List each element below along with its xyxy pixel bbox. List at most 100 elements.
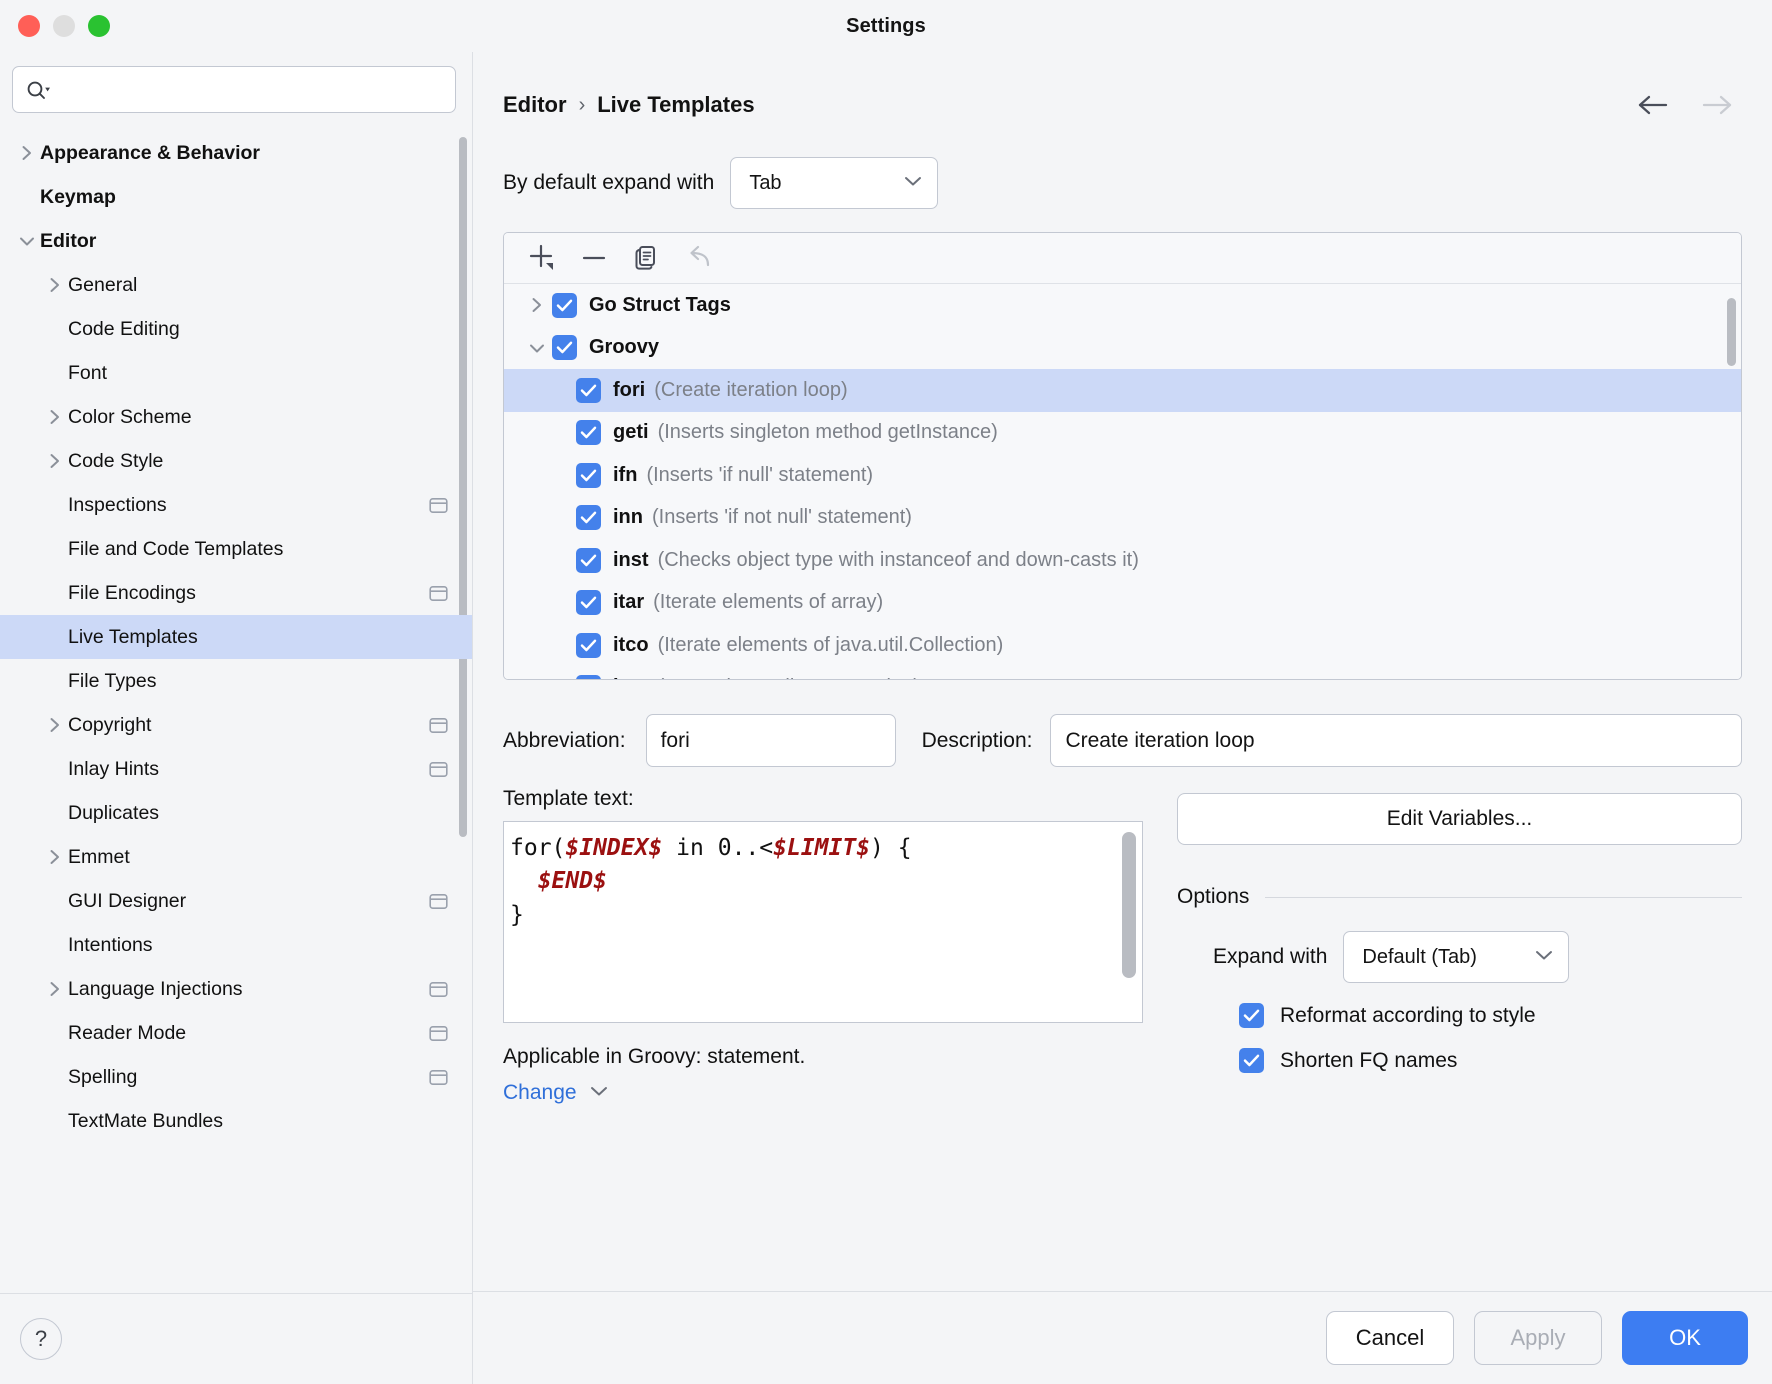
sidebar-item-copyright[interactable]: Copyright	[0, 703, 472, 747]
sidebar-item-inspections[interactable]: Inspections	[0, 483, 472, 527]
twisty-spacer	[42, 1020, 68, 1046]
edit-variables-button[interactable]: Edit Variables...	[1177, 793, 1742, 845]
sidebar-item-color-scheme[interactable]: Color Scheme	[0, 395, 472, 439]
window-controls	[18, 15, 110, 37]
template-row[interactable]: iten(Iterate java.util.Enumeration)	[504, 667, 1741, 680]
search-box[interactable]	[12, 66, 456, 113]
default-expand-select[interactable]: Tab	[730, 157, 938, 209]
template-text-column: Template text: for($INDEX$ in 0..<$LIMIT…	[503, 787, 1143, 1105]
template-detail-area: Template text: for($INDEX$ in 0..<$LIMIT…	[503, 787, 1742, 1105]
description-input[interactable]: Create iteration loop	[1050, 714, 1742, 767]
template-checkbox[interactable]	[576, 463, 601, 488]
template-checkbox[interactable]	[576, 633, 601, 658]
project-scope-icon	[429, 892, 448, 911]
add-template-button[interactable]	[516, 238, 568, 278]
template-checkbox[interactable]	[576, 548, 601, 573]
back-arrow-icon[interactable]	[1636, 92, 1670, 118]
revert-template-button[interactable]	[672, 238, 724, 278]
chevron-right-icon[interactable]	[522, 292, 552, 318]
template-description: (Inserts 'if null' statement)	[646, 464, 873, 487]
chevron-right-icon[interactable]	[42, 844, 68, 870]
change-context-link[interactable]: Change	[503, 1081, 577, 1105]
breadcrumb-parent[interactable]: Editor	[503, 92, 567, 118]
template-group-row[interactable]: Go Struct Tags	[504, 284, 1741, 327]
abbreviation-label: Abbreviation:	[503, 729, 626, 753]
sidebar-item-emmet[interactable]: Emmet	[0, 835, 472, 879]
template-row[interactable]: geti(Inserts singleton method getInstanc…	[504, 412, 1741, 455]
template-group-row[interactable]: Groovy	[504, 327, 1741, 370]
template-checkbox[interactable]	[576, 420, 601, 445]
option-shorten-fq-names[interactable]: Shorten FQ names	[1177, 1048, 1742, 1073]
twisty-spacer	[42, 492, 68, 518]
sidebar-item-textmate-bundles[interactable]: TextMate Bundles	[0, 1099, 472, 1143]
cancel-button[interactable]: Cancel	[1326, 1311, 1454, 1365]
template-text-editor[interactable]: for($INDEX$ in 0..<$LIMIT$) { $END$ }	[503, 821, 1143, 1023]
template-checkbox[interactable]	[576, 505, 601, 530]
chevron-right-icon[interactable]	[42, 448, 68, 474]
option-checkbox[interactable]	[1239, 1048, 1264, 1073]
chevron-down-icon[interactable]	[522, 335, 552, 361]
duplicate-template-button[interactable]	[620, 238, 672, 278]
apply-button[interactable]: Apply	[1474, 1311, 1602, 1365]
chevron-right-icon[interactable]	[42, 712, 68, 738]
template-variable: $INDEX$	[565, 835, 662, 861]
expand-with-select[interactable]: Default (Tab)	[1343, 931, 1569, 983]
sidebar-item-reader-mode[interactable]: Reader Mode	[0, 1011, 472, 1055]
sidebar-item-spelling[interactable]: Spelling	[0, 1055, 472, 1099]
twisty-spacer	[42, 1108, 68, 1134]
option-reformat-according-to-style[interactable]: Reformat according to style	[1177, 1003, 1742, 1028]
template-checkbox[interactable]	[576, 675, 601, 679]
template-row[interactable]: ifn(Inserts 'if null' statement)	[504, 454, 1741, 497]
template-checkbox[interactable]	[552, 335, 577, 360]
sidebar-item-intentions[interactable]: Intentions	[0, 923, 472, 967]
sidebar-item-duplicates[interactable]: Duplicates	[0, 791, 472, 835]
sidebar-item-inlay-hints[interactable]: Inlay Hints	[0, 747, 472, 791]
forward-arrow-icon[interactable]	[1700, 92, 1734, 118]
template-group-name: Groovy	[589, 336, 659, 359]
chevron-down-icon[interactable]	[589, 1084, 609, 1102]
sidebar-item-file-types[interactable]: File Types	[0, 659, 472, 703]
abbreviation-input[interactable]: fori	[646, 714, 896, 767]
close-window-button[interactable]	[18, 15, 40, 37]
chevron-down-icon[interactable]	[14, 228, 40, 254]
sidebar-item-gui-designer[interactable]: GUI Designer	[0, 879, 472, 923]
zoom-window-button[interactable]	[88, 15, 110, 37]
template-code-text: for($INDEX$ in 0..<$LIMIT$) { $END$ }	[510, 832, 1128, 932]
sidebar-item-editor[interactable]: Editor	[0, 219, 472, 263]
sidebar-item-language-injections[interactable]: Language Injections	[0, 967, 472, 1011]
sidebar-item-file-and-code-templates[interactable]: File and Code Templates	[0, 527, 472, 571]
chevron-right-icon[interactable]	[42, 404, 68, 430]
twisty-spacer	[42, 316, 68, 342]
template-row[interactable]: inn(Inserts 'if not null' statement)	[504, 497, 1741, 540]
sidebar-item-code-style[interactable]: Code Style	[0, 439, 472, 483]
sidebar-item-general[interactable]: General	[0, 263, 472, 307]
live-templates-list[interactable]: Go Struct Tags Groovy fori(Create iteratio…	[504, 284, 1741, 679]
template-checkbox[interactable]	[576, 590, 601, 615]
template-row[interactable]: itar(Iterate elements of array)	[504, 582, 1741, 625]
template-row[interactable]: inst(Checks object type with instanceof …	[504, 539, 1741, 582]
sidebar-item-font[interactable]: Font	[0, 351, 472, 395]
sidebar-item-code-editing[interactable]: Code Editing	[0, 307, 472, 351]
template-row[interactable]: itco(Iterate elements of java.util.Colle…	[504, 624, 1741, 667]
template-checkbox[interactable]	[552, 293, 577, 318]
ok-button[interactable]: OK	[1622, 1311, 1748, 1365]
remove-template-button[interactable]	[568, 238, 620, 278]
sidebar-item-live-templates[interactable]: Live Templates	[0, 615, 472, 659]
search-input[interactable]	[55, 79, 443, 101]
settings-tree[interactable]: Appearance & BehaviorKeymapEditorGeneral…	[0, 125, 472, 1293]
sidebar-footer: ?	[0, 1293, 472, 1384]
sidebar-item-appearance-behavior[interactable]: Appearance & Behavior	[0, 131, 472, 175]
minimize-window-button[interactable]	[53, 15, 75, 37]
twisty-spacer	[42, 580, 68, 606]
list-scrollbar-thumb[interactable]	[1727, 298, 1736, 366]
chevron-right-icon[interactable]	[42, 272, 68, 298]
chevron-right-icon[interactable]	[14, 140, 40, 166]
template-text-scrollbar-thumb[interactable]	[1122, 832, 1136, 978]
option-checkbox[interactable]	[1239, 1003, 1264, 1028]
sidebar-item-keymap[interactable]: Keymap	[0, 175, 472, 219]
template-checkbox[interactable]	[576, 378, 601, 403]
help-button[interactable]: ?	[20, 1318, 62, 1360]
sidebar-item-file-encodings[interactable]: File Encodings	[0, 571, 472, 615]
template-row[interactable]: fori(Create iteration loop)	[504, 369, 1741, 412]
chevron-right-icon[interactable]	[42, 976, 68, 1002]
